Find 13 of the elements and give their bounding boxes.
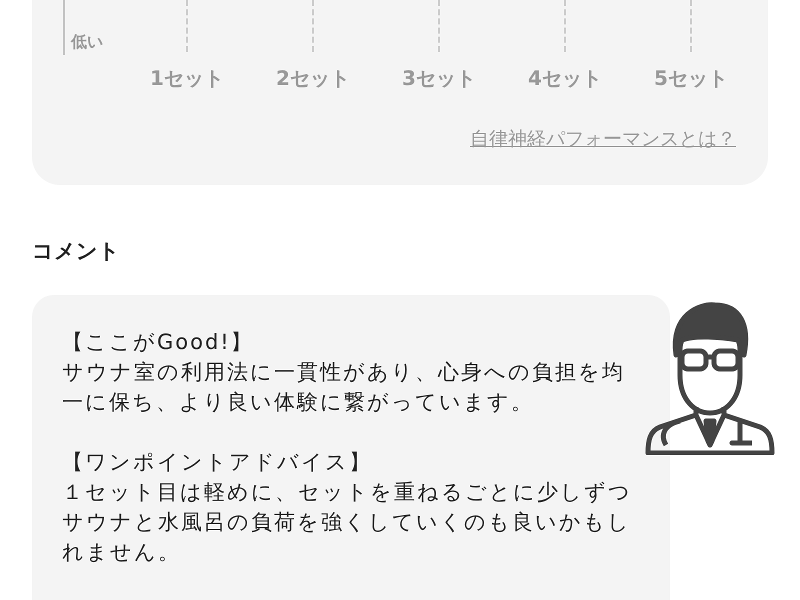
comment-text: サウナ室の利用法に一貫性があり、心身への負担を均一に保ち、より良い体験に繋がっています。: [62, 359, 626, 416]
y-axis-label: 低い: [71, 32, 103, 53]
comment-title: 【ここがGood!】: [62, 329, 255, 356]
x-axis-label: 2セット: [275, 65, 351, 92]
x-axis-label: 3セット: [401, 65, 477, 92]
section-heading: コメント: [32, 238, 121, 265]
x-axis-label: 5セット: [653, 65, 729, 92]
info-link[interactable]: 自律神経パフォーマンスとは？: [470, 126, 736, 152]
x-axis-label: 1セット: [149, 65, 225, 92]
y-axis-line: [63, 0, 65, 55]
comment-title: 【ワンポイントアドバイス】: [62, 449, 373, 476]
x-axis-label: 4セット: [527, 65, 603, 92]
comment-text: １セット目は軽めに、セットを重ねるごとに少しずつサウナと水風呂の負荷を強くしていくのも良いかもしれません。: [62, 479, 633, 566]
